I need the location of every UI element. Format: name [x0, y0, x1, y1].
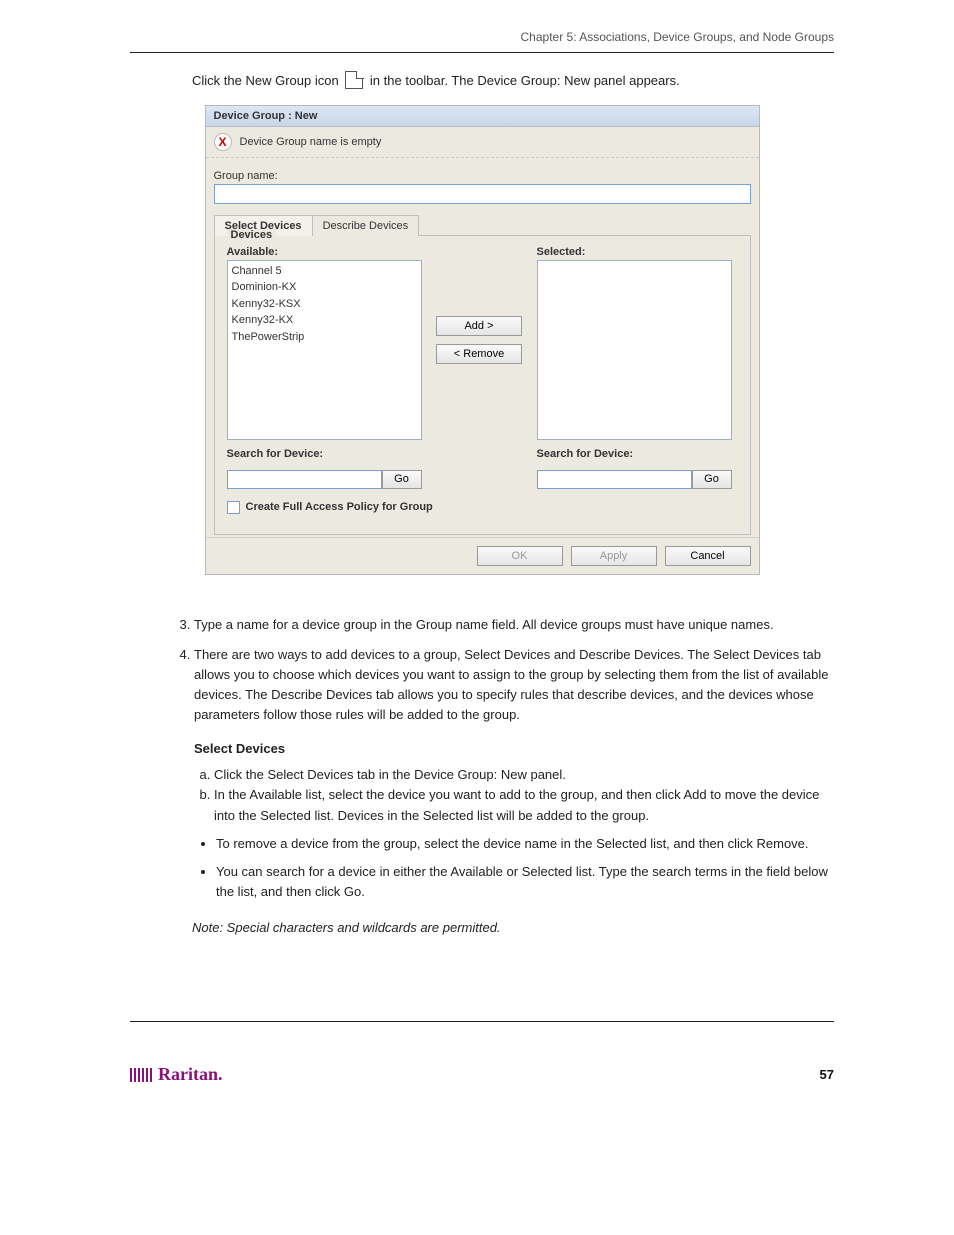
tab-row: Select Devices Describe Devices [214, 214, 751, 236]
device-group-dialog: Device Group : New X Device Group name i… [205, 105, 760, 575]
step-3: Type a name for a device group in the Gr… [194, 615, 834, 635]
cancel-button[interactable]: Cancel [665, 546, 751, 566]
step-4a: Click the Select Devices tab in the Devi… [214, 765, 834, 785]
select-devices-heading: Select Devices [194, 739, 834, 759]
dialog-title: Device Group : New [206, 106, 759, 127]
devices-legend: Devices [227, 229, 277, 241]
list-item[interactable]: Dominion-KX [232, 279, 417, 296]
search-left-input[interactable] [227, 470, 382, 489]
list-item[interactable]: ThePowerStrip [232, 329, 417, 346]
footer-rule [130, 1021, 834, 1022]
chapter-header: Chapter 5: Associations, Device Groups, … [130, 30, 834, 44]
full-access-label: Create Full Access Policy for Group [246, 501, 433, 513]
page-number: 57 [820, 1067, 834, 1082]
list-item[interactable]: Channel 5 [232, 263, 417, 280]
step-4b-sub1: To remove a device from the group, selec… [216, 834, 834, 854]
step-4: There are two ways to add devices to a g… [194, 645, 834, 903]
selected-label: Selected: [537, 246, 732, 258]
note-text: Note: Special characters and wildcards a… [192, 918, 834, 938]
intro-before: Click the New Group icon [192, 73, 339, 88]
error-icon: X [214, 133, 232, 151]
search-left-label: Search for Device: [227, 448, 422, 460]
available-label: Available: [227, 246, 422, 258]
logo-text: Raritan. [158, 1064, 223, 1085]
search-right-input[interactable] [537, 470, 692, 489]
step-4b: In the Available list, select the device… [214, 785, 834, 825]
add-button[interactable]: Add > [436, 316, 522, 336]
raritan-logo: Raritan. [130, 1064, 223, 1085]
step-4-text: There are two ways to add devices to a g… [194, 647, 828, 722]
selected-listbox[interactable] [537, 260, 732, 440]
go-right-button[interactable]: Go [692, 470, 732, 489]
intro-paragraph: Click the New Group icon in the toolbar.… [192, 71, 834, 91]
error-message: Device Group name is empty [240, 136, 382, 148]
full-access-checkbox[interactable] [227, 501, 240, 514]
group-name-input[interactable] [214, 184, 751, 204]
available-listbox[interactable]: Channel 5 Dominion-KX Kenny32-KSX Kenny3… [227, 260, 422, 440]
page-footer: Raritan. 57 [0, 1064, 954, 1105]
steps-list: Type a name for a device group in the Gr… [170, 615, 834, 903]
list-item[interactable]: Kenny32-KX [232, 312, 417, 329]
group-name-label: Group name: [214, 170, 751, 182]
tab-describe-devices[interactable]: Describe Devices [312, 215, 420, 236]
remove-button[interactable]: < Remove [436, 344, 522, 364]
step-4b-sub2: You can search for a device in either th… [216, 862, 834, 902]
devices-fieldset: Devices Available: Channel 5 Dominion-KX… [214, 235, 751, 535]
ok-button[interactable]: OK [477, 546, 563, 566]
logo-bars-icon [130, 1068, 152, 1082]
intro-after: in the toolbar. The Device Group: New pa… [370, 73, 680, 88]
apply-button[interactable]: Apply [571, 546, 657, 566]
go-left-button[interactable]: Go [382, 470, 422, 489]
new-group-icon [345, 71, 363, 89]
search-right-label: Search for Device: [537, 448, 732, 460]
header-rule [130, 52, 834, 53]
list-item[interactable]: Kenny32-KSX [232, 296, 417, 313]
dialog-error-row: X Device Group name is empty [206, 127, 759, 158]
